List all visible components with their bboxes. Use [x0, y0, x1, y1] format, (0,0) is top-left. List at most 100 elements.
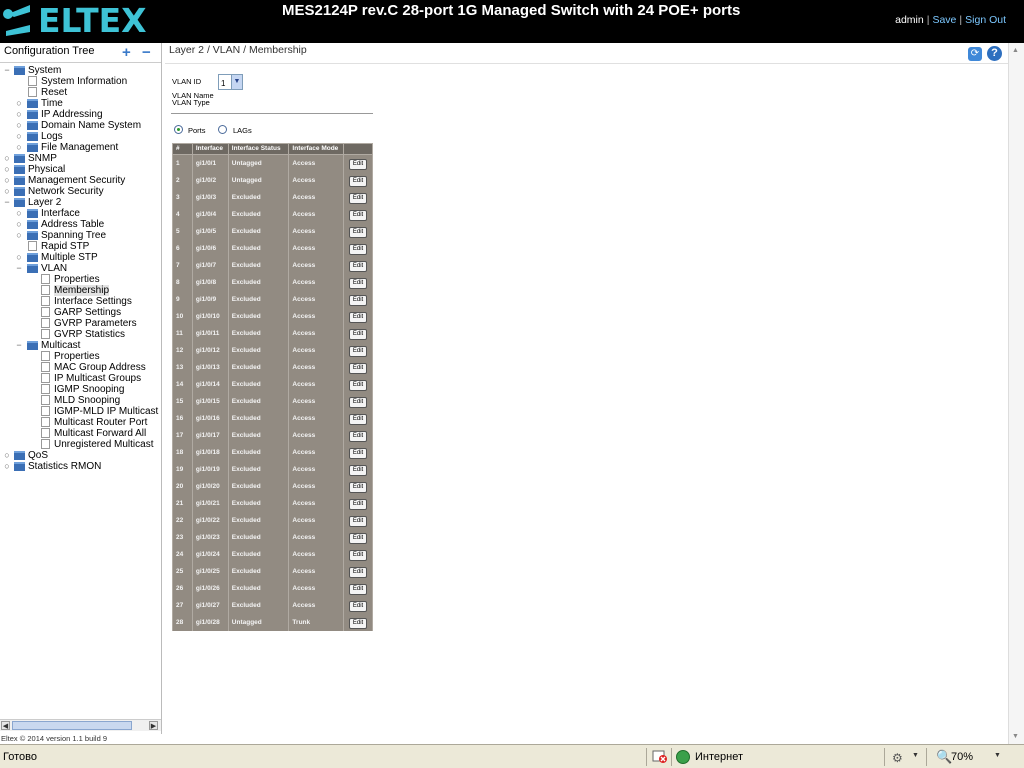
- vlan-id-select[interactable]: 1 ▼: [218, 74, 243, 90]
- expand-toggle-icon[interactable]: ○: [15, 121, 23, 130]
- expand-toggle-icon[interactable]: ○: [3, 462, 11, 471]
- tree-node-reset[interactable]: Reset: [0, 87, 161, 98]
- tree-node-gvrp-statistics[interactable]: GVRP Statistics: [0, 329, 161, 340]
- expand-toggle-icon[interactable]: ○: [3, 154, 11, 163]
- tree-node-network-security[interactable]: ○ Network Security: [0, 186, 161, 197]
- tree-node-vlan-properties[interactable]: Properties: [0, 274, 161, 285]
- scroll-left-icon[interactable]: ◀: [1, 721, 10, 730]
- expand-all-button[interactable]: +: [122, 44, 131, 61]
- tree-node-layer2[interactable]: − Layer 2: [0, 197, 161, 208]
- tree-node-mac-group-address[interactable]: MAC Group Address: [0, 362, 161, 373]
- expand-toggle-icon[interactable]: ○: [15, 143, 23, 152]
- expand-toggle-icon[interactable]: ○: [15, 253, 23, 262]
- edit-button[interactable]: Edit: [349, 431, 368, 442]
- edit-button[interactable]: Edit: [349, 363, 368, 374]
- edit-button[interactable]: Edit: [349, 278, 368, 289]
- lags-radio[interactable]: [218, 125, 227, 134]
- scroll-right-icon[interactable]: ▶: [149, 721, 158, 730]
- edit-button[interactable]: Edit: [349, 295, 368, 306]
- tree-node-snmp[interactable]: ○ SNMP: [0, 153, 161, 164]
- collapse-toggle-icon[interactable]: −: [3, 198, 11, 207]
- expand-toggle-icon[interactable]: ○: [3, 187, 11, 196]
- tree-node-time[interactable]: ○ Time: [0, 98, 161, 109]
- help-icon[interactable]: ?: [987, 46, 1002, 61]
- tree-node-vlan-membership[interactable]: Membership: [0, 285, 161, 296]
- expand-toggle-icon[interactable]: ○: [15, 132, 23, 141]
- edit-button[interactable]: Edit: [349, 516, 368, 527]
- edit-button[interactable]: Edit: [349, 499, 368, 510]
- tree-node-spanning-tree[interactable]: ○ Spanning Tree: [0, 230, 161, 241]
- edit-button[interactable]: Edit: [349, 176, 368, 187]
- tree-node-garp-settings[interactable]: GARP Settings: [0, 307, 161, 318]
- expand-toggle-icon[interactable]: ○: [15, 209, 23, 218]
- tree-node-address-table[interactable]: ○ Address Table: [0, 219, 161, 230]
- tree-node-vlan[interactable]: − VLAN: [0, 263, 161, 274]
- edit-button[interactable]: Edit: [349, 414, 368, 425]
- tree-node-ip-addressing[interactable]: ○ IP Addressing: [0, 109, 161, 120]
- scroll-up-icon[interactable]: ▲: [1012, 47, 1019, 54]
- tree-node-multiple-stp[interactable]: ○ Multiple STP: [0, 252, 161, 263]
- edit-button[interactable]: Edit: [349, 397, 368, 408]
- tree-node-logs[interactable]: ○ Logs: [0, 131, 161, 142]
- protected-mode-icon[interactable]: ⚙: [892, 751, 903, 765]
- tree-node-system[interactable]: − System: [0, 65, 161, 76]
- chevron-down-icon[interactable]: ▼: [912, 752, 919, 759]
- edit-button[interactable]: Edit: [349, 312, 368, 323]
- chevron-down-icon[interactable]: ▼: [994, 752, 1001, 759]
- tree-node-dns[interactable]: ○ Domain Name System: [0, 120, 161, 131]
- edit-button[interactable]: Edit: [349, 550, 368, 561]
- tree-node-management-security[interactable]: ○ Management Security: [0, 175, 161, 186]
- scrollbar-thumb[interactable]: [12, 721, 132, 730]
- edit-button[interactable]: Edit: [349, 533, 368, 544]
- tree-node-igmp-snooping[interactable]: IGMP Snooping: [0, 384, 161, 395]
- zoom-icon[interactable]: 🔍: [936, 749, 952, 765]
- edit-button[interactable]: Edit: [349, 448, 368, 459]
- tree-node-file-management[interactable]: ○ File Management: [0, 142, 161, 153]
- edit-button[interactable]: Edit: [349, 261, 368, 272]
- expand-toggle-icon[interactable]: ○: [15, 110, 23, 119]
- expand-toggle-icon[interactable]: ○: [15, 220, 23, 229]
- tree-node-multicast[interactable]: − Multicast: [0, 340, 161, 351]
- expand-toggle-icon[interactable]: ○: [3, 165, 11, 174]
- tree-node-ip-multicast-groups[interactable]: IP Multicast Groups: [0, 373, 161, 384]
- tree-node-multicast-forward-all[interactable]: Multicast Forward All: [0, 428, 161, 439]
- tree-node-statistics-rmon[interactable]: ○ Statistics RMON: [0, 461, 161, 472]
- chevron-down-icon[interactable]: ▼: [231, 75, 242, 89]
- tree-horizontal-scrollbar[interactable]: ◀ ▶: [0, 719, 161, 731]
- collapse-toggle-icon[interactable]: −: [15, 341, 23, 350]
- scroll-down-icon[interactable]: ▼: [1012, 733, 1019, 740]
- edit-button[interactable]: Edit: [349, 227, 368, 238]
- ports-radio[interactable]: [174, 125, 183, 134]
- refresh-icon[interactable]: ⟳: [968, 47, 982, 61]
- save-link[interactable]: Save: [932, 14, 956, 26]
- tree-node-mld-snooping[interactable]: MLD Snooping: [0, 395, 161, 406]
- edit-button[interactable]: Edit: [349, 346, 368, 357]
- edit-button[interactable]: Edit: [349, 244, 368, 255]
- main-vertical-scrollbar[interactable]: ▲ ▼: [1008, 43, 1024, 744]
- edit-button[interactable]: Edit: [349, 380, 368, 391]
- tree-node-multicast-properties[interactable]: Properties: [0, 351, 161, 362]
- edit-button[interactable]: Edit: [349, 210, 368, 221]
- tree-node-gvrp-parameters[interactable]: GVRP Parameters: [0, 318, 161, 329]
- collapse-toggle-icon[interactable]: −: [3, 66, 11, 75]
- tree-node-igmp-mld-ip-multicast[interactable]: IGMP-MLD IP Multicast G: [0, 406, 161, 417]
- tree-node-unregistered-multicast[interactable]: Unregistered Multicast: [0, 439, 161, 450]
- zoom-level[interactable]: 70%: [951, 751, 973, 763]
- sign-out-link[interactable]: Sign Out: [965, 14, 1006, 26]
- collapse-toggle-icon[interactable]: −: [15, 264, 23, 273]
- tree-node-interface[interactable]: ○ Interface: [0, 208, 161, 219]
- expand-toggle-icon[interactable]: ○: [3, 176, 11, 185]
- tree-node-physical[interactable]: ○ Physical: [0, 164, 161, 175]
- expand-toggle-icon[interactable]: ○: [15, 231, 23, 240]
- edit-button[interactable]: Edit: [349, 567, 368, 578]
- tree-node-vlan-interface-settings[interactable]: Interface Settings: [0, 296, 161, 307]
- edit-button[interactable]: Edit: [349, 601, 368, 612]
- edit-button[interactable]: Edit: [349, 482, 368, 493]
- edit-button[interactable]: Edit: [349, 159, 368, 170]
- collapse-all-button[interactable]: −: [142, 44, 151, 61]
- edit-button[interactable]: Edit: [349, 618, 368, 629]
- blocked-content-icon[interactable]: [652, 750, 668, 764]
- tree-node-qos[interactable]: ○ QoS: [0, 450, 161, 461]
- edit-button[interactable]: Edit: [349, 329, 368, 340]
- expand-toggle-icon[interactable]: ○: [15, 99, 23, 108]
